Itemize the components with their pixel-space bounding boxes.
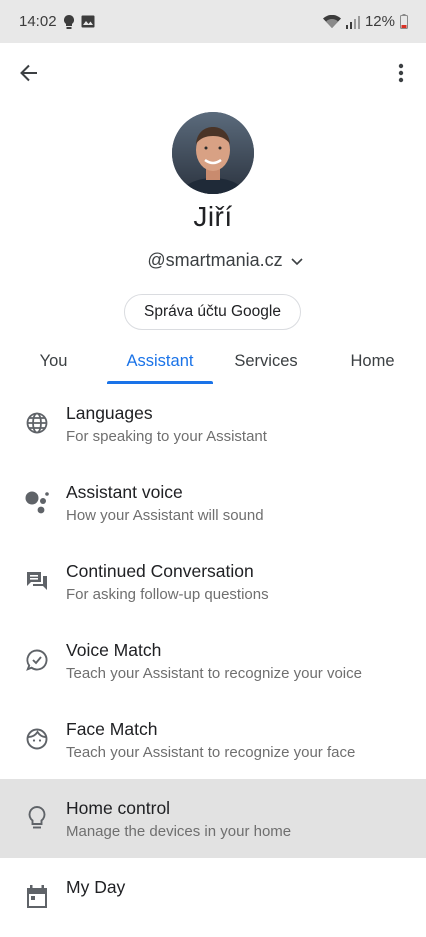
chat-bubbles-icon bbox=[24, 568, 50, 594]
face-icon bbox=[24, 726, 50, 752]
profile-name: Jiří bbox=[193, 201, 233, 232]
voice-match-icon bbox=[24, 647, 50, 673]
more-vert-icon[interactable] bbox=[386, 58, 416, 88]
item-subtitle: Teach your Assistant to recognize your v… bbox=[66, 665, 362, 682]
tab-assistant[interactable]: Assistant bbox=[107, 340, 213, 382]
back-arrow-icon[interactable] bbox=[14, 58, 44, 88]
assistant-dots-icon bbox=[24, 489, 50, 515]
calendar-icon bbox=[24, 884, 50, 910]
item-subtitle: For speaking to your Assistant bbox=[66, 428, 267, 445]
tab-services[interactable]: Services bbox=[213, 340, 319, 382]
account-email: @smartmania.cz bbox=[147, 249, 283, 270]
item-title: Assistant voice bbox=[66, 482, 183, 502]
status-bar: 14:02 12% bbox=[0, 0, 426, 43]
item-subtitle: For asking follow-up questions bbox=[66, 586, 269, 603]
item-title: Continued Conversation bbox=[66, 561, 254, 581]
list-item-my-day[interactable]: My Day bbox=[0, 858, 426, 937]
status-time: 14:02 bbox=[19, 13, 57, 30]
lightbulb-icon bbox=[24, 805, 50, 831]
globe-icon bbox=[24, 410, 50, 436]
item-subtitle: Manage the devices in your home bbox=[66, 823, 292, 840]
list-item-home-control[interactable]: Home control Manage the devices in your … bbox=[0, 779, 426, 858]
item-subtitle: Teach your Assistant to recognize your f… bbox=[66, 744, 356, 761]
app-bar bbox=[0, 43, 426, 101]
bulb-icon bbox=[63, 14, 74, 29]
item-title: Languages bbox=[66, 403, 153, 423]
wifi-icon bbox=[322, 14, 341, 29]
avatar[interactable] bbox=[172, 112, 254, 194]
item-title: My Day bbox=[66, 877, 126, 897]
list-item-face-match[interactable]: Face Match Teach your Assistant to recog… bbox=[0, 700, 426, 779]
signal-icon bbox=[345, 15, 360, 29]
settings-list: Languages For speaking to your Assistant… bbox=[0, 384, 426, 937]
list-item-languages[interactable]: Languages For speaking to your Assistant bbox=[0, 384, 426, 463]
item-title: Home control bbox=[66, 798, 171, 818]
list-item-continued-conversation[interactable]: Continued Conversation For asking follow… bbox=[0, 542, 426, 621]
item-subtitle: How your Assistant will sound bbox=[66, 507, 264, 524]
list-item-voice-match[interactable]: Voice Match Teach your Assistant to reco… bbox=[0, 621, 426, 700]
chevron-down-icon bbox=[291, 250, 303, 271]
account-switcher[interactable]: @smartmania.cz bbox=[0, 248, 426, 272]
item-title: Voice Match bbox=[66, 640, 162, 660]
tab-home[interactable]: Home bbox=[319, 340, 426, 382]
image-icon bbox=[81, 15, 95, 28]
battery-percent: 12% bbox=[364, 13, 395, 30]
manage-account-button[interactable]: Správa účtu Google bbox=[124, 294, 301, 330]
battery-icon bbox=[400, 14, 408, 29]
list-item-assistant-voice[interactable]: Assistant voice How your Assistant will … bbox=[0, 463, 426, 542]
item-title: Face Match bbox=[66, 719, 158, 739]
tab-you[interactable]: You bbox=[0, 340, 107, 382]
tab-bar: You Assistant Services Home bbox=[0, 340, 426, 384]
